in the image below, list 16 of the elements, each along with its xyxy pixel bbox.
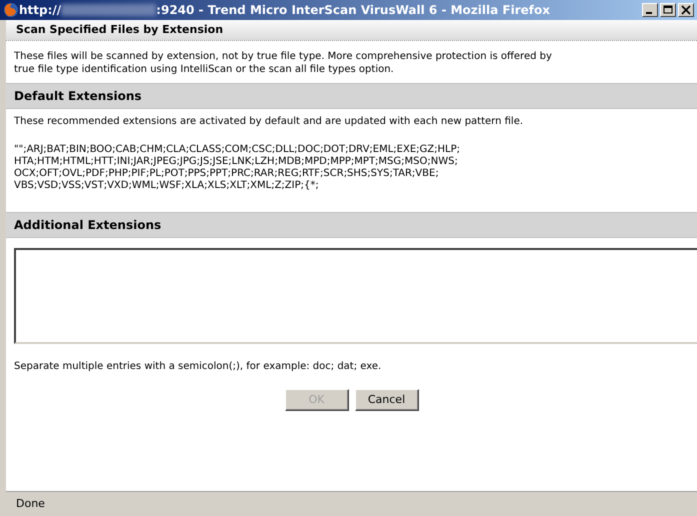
section-note: These recommended extensions are activated by default and are updated with each new pattern file. (13, 115, 524, 128)
page-title: Scan Specified Files by Extension (6, 20, 697, 41)
section-heading: Default Extensions (6, 83, 697, 109)
maximize-icon[interactable] (660, 3, 676, 17)
window-title: :9240 - Trend Micro InterScan VirusWall 6 - Mozilla Firefox (156, 3, 550, 17)
minimize-icon[interactable] (642, 3, 658, 17)
cancel-button[interactable]: Cancel (354, 388, 418, 410)
extension-list: "";ARJ;BAT;BIN;BOO;CAB;CHM;CLA;CLASS;COM;CSC;DLL;DOC;DOT;DRV;EML;EXE;GZ;HLP; HTA;HTM;HTML;HTT;INI;JAR;JPEG;JPG;JS;JSE;LNK;LZH;MDB;MPD;MPP;MPT;MSG;MSO;NWS; OCX;OFT;OVL;PDF;PHP;PIF;PL;POT;PPS;PPT;PRC;RAR;REG;RTF;SCR;SHS;SYS;TAR;VBE; VBS;VSD;VSS;VST;VXD;WML;WSF;XLA;XLS;XLT;XML;Z;ZIP;{*; (6, 128, 697, 212)
hint-text: Separate multiple entries with a semicolon(;), for example: doc; dat; exe. (13, 360, 382, 372)
section-heading: Additional Extensions (6, 212, 697, 238)
window-title: http:// (19, 3, 62, 17)
extensions-field[interactable] (14, 248, 697, 344)
close-icon[interactable] (678, 3, 694, 17)
status-text: Done (6, 491, 697, 516)
firefox-icon (3, 2, 19, 18)
description-text: These files will be scanned by extension, not by true file type. More comprehensive protection is offered by true file type identification using IntelliScan or the scan all file types option. (13, 50, 553, 77)
